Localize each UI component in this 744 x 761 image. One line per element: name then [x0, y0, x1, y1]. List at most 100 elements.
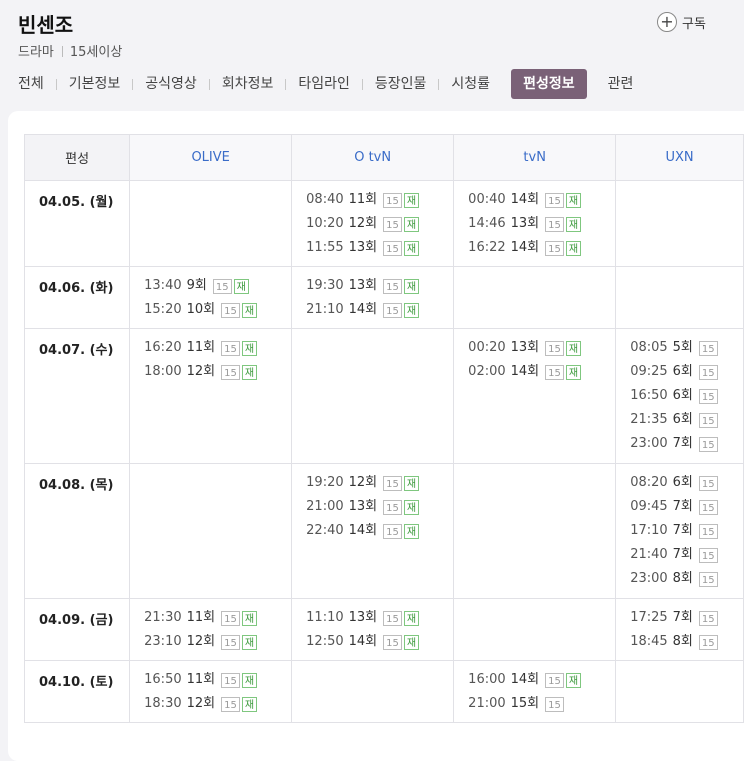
rerun-badge: 재 [241, 634, 258, 650]
air-time: 09:25 [630, 364, 668, 379]
date-cell: 04.06. (화) [23, 266, 131, 329]
broadcast-slot[interactable]: 16:20 11회 15 재 [144, 336, 291, 360]
age-rating-badge: 15 [383, 192, 402, 208]
broadcast-slot[interactable]: 00:40 14회 15 재 [468, 188, 615, 212]
age-rating-badge: 15 [545, 240, 564, 256]
schedule-row: 04.07. (수) 16:20 11회 15 재 18:00 12회 15 재 00:20 13회… [23, 328, 744, 464]
age-rating-badge: 15 [698, 388, 718, 404]
broadcast-slot[interactable]: 18:00 12회 15 재 [144, 360, 291, 384]
broadcast-slot[interactable]: 21:00 13회 15 재 [306, 495, 453, 519]
air-time: 08:05 [630, 340, 668, 355]
broadcast-slot[interactable]: 13:40 9회 15 재 [144, 274, 291, 298]
broadcast-slot[interactable]: 21:10 14회 15 재 [306, 298, 453, 322]
tab-1[interactable]: 기본정보 [57, 69, 133, 99]
age-rating-badge: 15 [383, 302, 402, 318]
age-rating-badge: 15 [698, 364, 718, 380]
broadcast-slot[interactable]: 12:50 14회 15 재 [306, 630, 453, 654]
air-time: 11:55 [306, 240, 344, 255]
broadcast-slot[interactable]: 16:50 11회 15 재 [144, 668, 291, 692]
broadcast-slot[interactable]: 19:30 13회 15 재 [306, 274, 453, 298]
tab-7[interactable]: 편성정보 [511, 69, 587, 99]
broadcast-slot[interactable]: 18:45 8회 15 [630, 630, 743, 654]
schedule-cell: 19:30 13회 15 재 21:10 14회 15 재 [291, 266, 455, 329]
broadcast-slot[interactable]: 23:00 8회 15 [630, 567, 743, 591]
broadcast-slot[interactable]: 08:20 6회 15 [630, 471, 743, 495]
tab-5[interactable]: 등장인물 [363, 69, 439, 99]
schedule-cell [291, 328, 455, 464]
tab-0[interactable]: 전체 [18, 69, 56, 99]
broadcast-slot[interactable]: 14:46 13회 15 재 [468, 212, 615, 236]
air-time: 18:45 [630, 634, 668, 649]
episode-number: 11회 [186, 340, 216, 355]
broadcast-slot[interactable]: 08:05 5회 15 [630, 336, 743, 360]
air-time: 16:22 [468, 240, 506, 255]
broadcast-slot[interactable]: 21:40 7회 15 [630, 543, 743, 567]
air-time: 19:20 [306, 475, 344, 490]
episode-number: 13회 [510, 216, 540, 231]
age-rating-badge: 15 [383, 523, 402, 539]
broadcast-slot[interactable]: 21:30 11회 15 재 [144, 606, 291, 630]
air-time: 10:20 [306, 216, 344, 231]
broadcast-slot[interactable]: 00:20 13회 15 재 [468, 336, 615, 360]
air-time: 21:00 [306, 499, 344, 514]
schedule-row: 04.05. (월) 08:40 11회 15 재 10:20 12회 15 재 11:55 13회… [23, 180, 744, 267]
broadcast-slot[interactable]: 09:45 7회 15 [630, 495, 743, 519]
episode-number: 11회 [186, 610, 216, 625]
broadcast-slot[interactable]: 21:00 15회 15 [468, 692, 615, 716]
schedule-cell [453, 266, 617, 329]
age-rating-badge: 15 [212, 278, 232, 294]
date-cell: 04.07. (수) [23, 328, 131, 464]
broadcast-slot[interactable]: 11:55 13회 15 재 [306, 236, 453, 260]
rating-label: 15세이상 [69, 45, 123, 60]
broadcast-slot[interactable]: 19:20 12회 15 재 [306, 471, 453, 495]
episode-number: 11회 [186, 672, 216, 687]
age-rating-badge: 15 [221, 364, 240, 380]
schedule-cell [615, 266, 744, 329]
broadcast-slot[interactable]: 09:25 6회 15 [630, 360, 743, 384]
rerun-badge: 재 [565, 672, 582, 688]
genre-label: 드라마 [18, 45, 54, 60]
tab-6[interactable]: 시청률 [439, 69, 502, 99]
air-time: 16:00 [468, 672, 506, 687]
channel-header[interactable]: UXN [615, 134, 744, 181]
age-rating-badge: 15 [383, 475, 402, 491]
channel-header[interactable]: OLIVE [129, 134, 293, 181]
rerun-badge: 재 [241, 340, 258, 356]
rerun-badge: 재 [403, 634, 420, 650]
broadcast-slot[interactable]: 08:40 11회 15 재 [306, 188, 453, 212]
broadcast-slot[interactable]: 22:40 14회 15 재 [306, 519, 453, 543]
episode-number: 12회 [186, 364, 216, 379]
rerun-badge: 재 [565, 364, 582, 380]
broadcast-slot[interactable]: 16:50 6회 15 [630, 384, 743, 408]
schedule-cell: 13:40 9회 15 재 15:20 10회 15 재 [129, 266, 293, 329]
broadcast-slot[interactable]: 15:20 10회 15 재 [144, 298, 291, 322]
channel-header[interactable]: O tvN [291, 134, 455, 181]
broadcast-slot[interactable]: 11:10 13회 15 재 [306, 606, 453, 630]
air-time: 17:10 [630, 523, 668, 538]
episode-number: 9회 [186, 278, 207, 293]
schedule-cell [453, 463, 617, 599]
air-time: 21:35 [630, 412, 668, 427]
tab-3[interactable]: 회차정보 [210, 69, 286, 99]
tab-2[interactable]: 공식영상 [133, 69, 209, 99]
broadcast-slot[interactable]: 23:00 7회 15 [630, 432, 743, 456]
broadcast-slot[interactable]: 18:30 12회 15 재 [144, 692, 291, 716]
schedule-cell: 21:30 11회 15 재 23:10 12회 15 재 [129, 598, 293, 661]
schedule-row: 04.08. (목) 19:20 12회 15 재 21:00 13회 15 재 22:40 14회… [23, 463, 744, 599]
broadcast-slot[interactable]: 17:25 7회 15 [630, 606, 743, 630]
channel-header[interactable]: tvN [453, 134, 617, 181]
broadcast-slot[interactable]: 02:00 14회 15 재 [468, 360, 615, 384]
tab-8[interactable]: 관련 [596, 69, 646, 99]
broadcast-slot[interactable]: 16:00 14회 15 재 [468, 668, 615, 692]
broadcast-slot[interactable]: 10:20 12회 15 재 [306, 212, 453, 236]
broadcast-slot[interactable]: 16:22 14회 15 재 [468, 236, 615, 260]
broadcast-slot[interactable]: 23:10 12회 15 재 [144, 630, 291, 654]
air-time: 21:00 [468, 696, 506, 711]
broadcast-slot[interactable]: 17:10 7회 15 [630, 519, 743, 543]
subscribe-button[interactable]: + 구독 [657, 11, 706, 33]
schedule-cell: 00:20 13회 15 재 02:00 14회 15 재 [453, 328, 617, 464]
tab-4[interactable]: 타임라인 [286, 69, 362, 99]
age-rating-badge: 15 [698, 499, 718, 515]
broadcast-slot[interactable]: 21:35 6회 15 [630, 408, 743, 432]
age-rating-badge: 15 [221, 672, 240, 688]
